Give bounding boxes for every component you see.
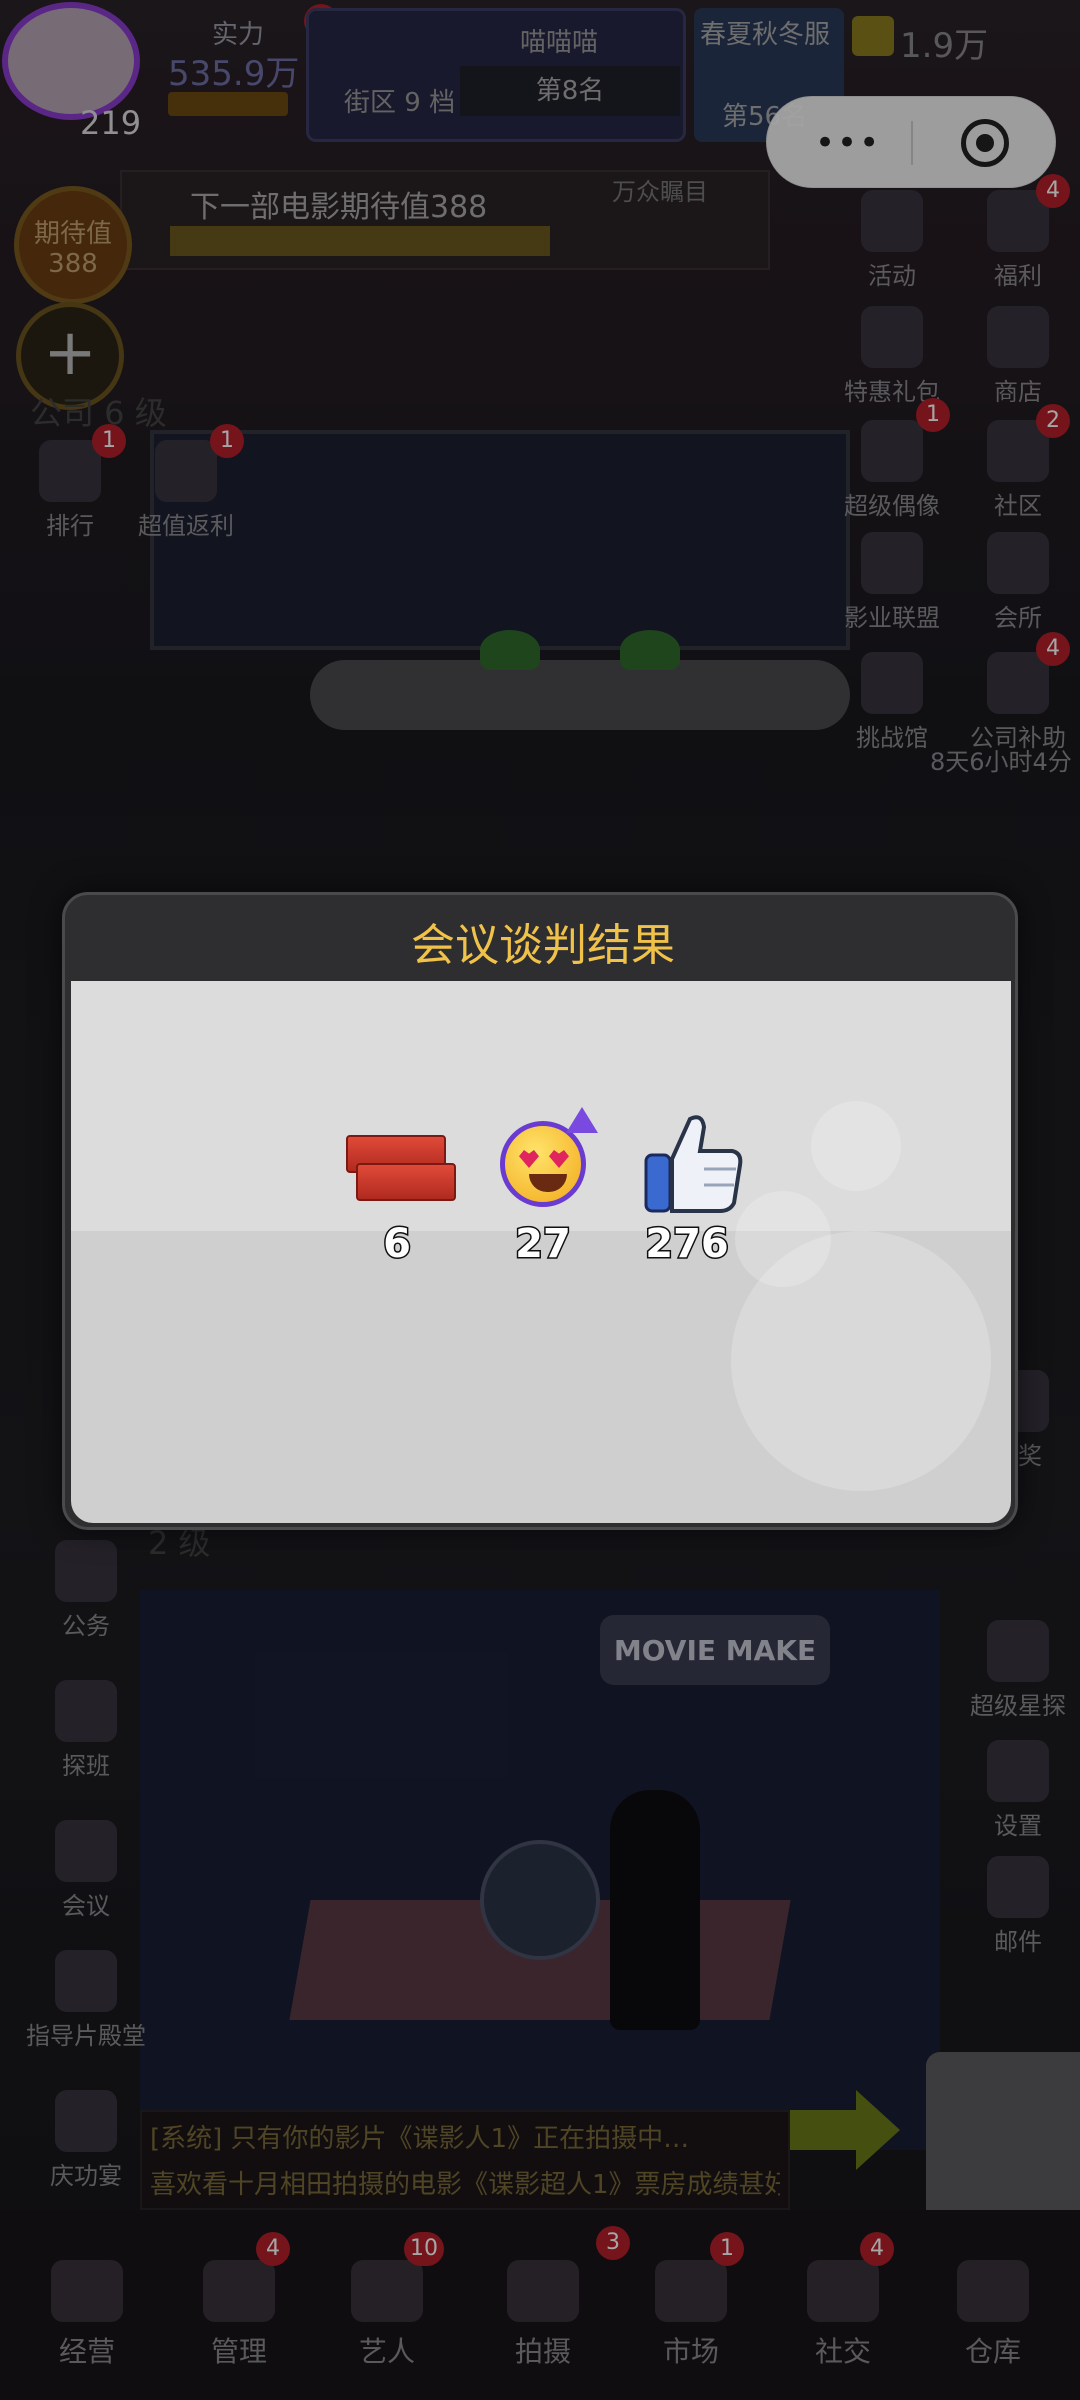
- award-icon: [55, 1950, 117, 2012]
- subsidy-icon: [987, 652, 1049, 714]
- player-character[interactable]: [610, 1790, 700, 2030]
- shoot-badge: 3: [596, 2226, 630, 2260]
- popcorn-icon: [51, 2260, 123, 2322]
- decor-reel-hole: [811, 1101, 901, 1191]
- expectation-badge[interactable]: 期待值 388: [14, 186, 132, 304]
- expectation-text: 下一部电影期待值388: [190, 190, 488, 225]
- nav-market[interactable]: 市场: [626, 2260, 756, 2370]
- reward-value: 27: [514, 1220, 573, 1269]
- ranking-badge: 1: [92, 424, 126, 458]
- close-miniprogram-icon[interactable]: [961, 119, 1009, 167]
- document-icon: [55, 1540, 117, 1602]
- nav-business[interactable]: 经营: [22, 2260, 152, 2370]
- side-item-celebration[interactable]: 庆功宴: [26, 2090, 146, 2191]
- side-item-shop[interactable]: 商店: [958, 306, 1078, 407]
- nav-shoot[interactable]: 拍摄: [478, 2260, 608, 2370]
- district-name: 喵喵喵: [520, 28, 599, 58]
- meeting-icon: [55, 1820, 117, 1882]
- side-item-mail[interactable]: 邮件: [958, 1856, 1078, 1957]
- social-badge: 4: [860, 2232, 894, 2266]
- game-screen: MOVIE MAKE 1 219 实力 535.9万 喵喵喵 街区 9 档 第8…: [0, 0, 1080, 2400]
- dialog-title: 会议谈判结果: [411, 920, 675, 971]
- miniprogram-capsule: •••: [766, 96, 1056, 188]
- district-rank: 第8名: [460, 66, 680, 116]
- nav-warehouse[interactable]: 仓库: [928, 2260, 1058, 2370]
- nav-artists[interactable]: 艺人: [322, 2260, 452, 2370]
- season-name: 春夏秋冬服: [700, 20, 831, 50]
- money-icon: [852, 16, 894, 56]
- side-item-official[interactable]: 公务: [26, 1540, 146, 1641]
- power-value: 535.9万: [168, 54, 300, 94]
- subsidy-timer: 8天6小时4分: [930, 748, 1072, 776]
- side-item-club[interactable]: 会所: [958, 532, 1078, 633]
- side-item-gift-pack[interactable]: 特惠礼包: [832, 306, 952, 407]
- side-item-hall[interactable]: 指导片殿堂: [26, 1950, 146, 2051]
- office-window-wall: [150, 430, 850, 650]
- star-icon: [55, 2090, 117, 2152]
- gift-pack-icon: [861, 306, 923, 368]
- alliance-icon: [861, 532, 923, 594]
- reward-item: 6: [332, 1105, 462, 1269]
- welfare-badge: 4: [1036, 174, 1070, 208]
- mail-icon: [987, 1856, 1049, 1918]
- movie-make-sign: MOVIE MAKE: [600, 1615, 830, 1685]
- challenge-icon: [861, 652, 923, 714]
- trophy-icon: [39, 440, 101, 502]
- gift-icon: [55, 1680, 117, 1742]
- side-item-events[interactable]: 活动: [832, 190, 952, 291]
- side-item-challenge[interactable]: 挑战馆: [832, 652, 952, 753]
- warehouse-icon: [957, 2260, 1029, 2322]
- capsule-divider: [911, 121, 913, 165]
- avatar[interactable]: [2, 2, 140, 120]
- manage-icon: [203, 2260, 275, 2322]
- community-badge: 2: [1036, 404, 1070, 438]
- side-item-alliance[interactable]: 影业联盟: [832, 532, 952, 633]
- gear-icon: [987, 1740, 1049, 1802]
- film-reel-icon[interactable]: [480, 1840, 600, 1960]
- artist-icon: [351, 2260, 423, 2322]
- scout-icon: [987, 1620, 1049, 1682]
- plant-icon: [620, 630, 680, 670]
- district-level: 街区 9 档: [344, 88, 456, 118]
- ticker-line-1: [系统] 只有你的影片《谍影人1》正在拍摄中…: [150, 2124, 690, 2154]
- market-badge: 1: [710, 2232, 744, 2266]
- more-options-button[interactable]: •••: [815, 123, 881, 163]
- camera-icon: [507, 2260, 579, 2322]
- ticker-line-2: 喜欢看十月相田拍摄的电影《谍影超人1》票房成绩甚好。: [150, 2170, 780, 2200]
- expectation-extra: 万众瞩目: [612, 178, 708, 206]
- meeting-table: [310, 660, 850, 730]
- coupon-icon: [155, 440, 217, 502]
- reward-value: 6: [382, 1220, 413, 1269]
- expectation-bar: [170, 226, 550, 256]
- rebate-badge: 1: [210, 424, 244, 458]
- reward-item: 27: [478, 1105, 608, 1269]
- nav-manage[interactable]: 管理: [174, 2260, 304, 2370]
- side-item-idol[interactable]: 超级偶像: [832, 420, 952, 521]
- events-icon: [861, 190, 923, 252]
- artists-badge: 10: [404, 2232, 444, 2266]
- subsidy-badge: 4: [1036, 632, 1070, 666]
- plant-icon: [480, 630, 540, 670]
- side-item-scout[interactable]: 超级星探: [958, 1620, 1078, 1721]
- player-level: 219: [80, 104, 142, 142]
- cup-icon: [807, 2260, 879, 2322]
- side-item-visit[interactable]: 探班: [26, 1680, 146, 1781]
- nav-social[interactable]: 社交: [778, 2260, 908, 2370]
- market-icon: [655, 2260, 727, 2322]
- idol-icon: [861, 420, 923, 482]
- club-icon: [987, 532, 1049, 594]
- brick-icon: [332, 1105, 462, 1215]
- power-bar: [168, 92, 288, 116]
- reward-value: 276: [644, 1220, 731, 1269]
- shop-icon: [987, 306, 1049, 368]
- thumbs-up-icon: [622, 1105, 752, 1215]
- reward-item: 276: [622, 1105, 752, 1269]
- side-item-subsidy[interactable]: 公司补助: [958, 652, 1078, 753]
- manage-badge: 4: [256, 2232, 290, 2266]
- smiley-up-icon: [478, 1105, 608, 1215]
- side-item-settings[interactable]: 设置: [958, 1740, 1078, 1841]
- money-value: 1.9万: [900, 26, 989, 66]
- side-item-meeting[interactable]: 会议: [26, 1820, 146, 1921]
- idol-badge: 1: [916, 398, 950, 432]
